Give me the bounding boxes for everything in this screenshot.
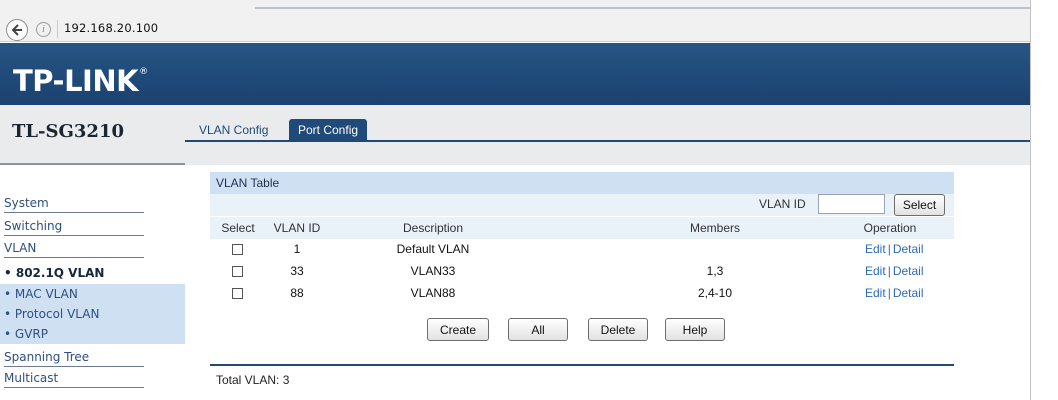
sidebar-item-mac-vlan[interactable]: • MAC VLAN (0, 284, 185, 304)
operation-cell: Edit | Detail (865, 261, 924, 282)
column-header-members: Members (689, 221, 740, 235)
info-icon[interactable]: i (36, 22, 51, 37)
detail-link[interactable]: Detail (893, 264, 924, 278)
description-cell: VLAN88 (410, 286, 456, 300)
sidebar-item-switching[interactable]: Switching (0, 216, 185, 237)
tab-port-config[interactable]: Port Config (289, 119, 368, 141)
back-arrow-icon (11, 24, 22, 36)
vlan-id-search-label: VLAN ID (759, 197, 806, 211)
row-select-checkbox[interactable] (232, 266, 243, 277)
window-scrollbar[interactable] (1030, 0, 1058, 400)
operation-cell: Edit | Detail (865, 283, 924, 304)
column-header-vlan-id: VLAN ID (273, 221, 321, 235)
operation-cell: Edit | Detail (865, 239, 924, 260)
tp-link-logo: TP-LINK® (13, 64, 148, 98)
operation-separator: | (887, 264, 891, 278)
edit-link[interactable]: Edit (865, 264, 886, 278)
sidebar-item-multicast[interactable]: Multicast (0, 368, 185, 389)
address-separator (57, 20, 58, 38)
table-row: 1 Default VLAN Edit | Detail (210, 239, 954, 260)
members-cell: 2,4-10 (697, 286, 733, 300)
help-button[interactable]: Help (665, 318, 725, 341)
sidebar-item-system[interactable]: System (0, 193, 185, 214)
back-button[interactable] (6, 19, 28, 41)
sidebar: System Switching VLAN • 802.1Q VLAN • MA… (0, 167, 185, 400)
address-bar[interactable]: 192.168.20.100 (64, 21, 158, 35)
vlan-id-cell: 88 (290, 286, 304, 300)
row-select-checkbox[interactable] (232, 244, 243, 255)
total-divider (210, 364, 954, 366)
table-row: 33 VLAN33 1,3 Edit | Detail (210, 261, 954, 282)
detail-link[interactable]: Detail (893, 242, 924, 256)
row-select-checkbox[interactable] (232, 288, 243, 299)
sidebar-item-802-1q-vlan[interactable]: • 802.1Q VLAN (0, 262, 185, 284)
edit-link[interactable]: Edit (865, 242, 886, 256)
description-cell: Default VLAN (396, 242, 470, 256)
all-button[interactable]: All (508, 318, 568, 341)
edit-link[interactable]: Edit (865, 286, 886, 300)
total-vlan-count: Total VLAN: 3 (216, 373, 290, 387)
vlan-id-search-input[interactable] (818, 194, 885, 214)
description-cell: VLAN33 (410, 264, 456, 278)
vlan-id-cell: 33 (290, 264, 304, 278)
vlan-table-title: VLAN Table (210, 172, 954, 194)
operation-separator: | (887, 286, 891, 300)
create-button[interactable]: Create (427, 318, 489, 341)
sidebar-item-gvrp[interactable]: • GVRP (0, 324, 185, 344)
sidebar-item-spanning-tree[interactable]: Spanning Tree (0, 347, 185, 368)
sidebar-item-vlan[interactable]: VLAN (0, 238, 185, 259)
select-button[interactable]: Select (894, 194, 945, 216)
column-header-operation: Operation (863, 221, 917, 235)
model-title: TL-SG3210 (12, 121, 124, 142)
vlan-id-cell: 1 (293, 242, 301, 256)
column-header-description: Description (402, 221, 464, 235)
sidebar-item-protocol-vlan[interactable]: • Protocol VLAN (0, 304, 185, 324)
table-row: 88 VLAN88 2,4-10 Edit | Detail (210, 283, 954, 304)
browser-tab-line (255, 7, 1030, 9)
header-banner (0, 43, 1030, 105)
column-header-select: Select (221, 221, 255, 235)
operation-separator: | (887, 242, 891, 256)
members-cell: 1,3 (706, 264, 724, 278)
tab-vlan-config[interactable]: VLAN Config (190, 119, 277, 141)
detail-link[interactable]: Detail (893, 286, 924, 300)
delete-button[interactable]: Delete (588, 318, 648, 341)
